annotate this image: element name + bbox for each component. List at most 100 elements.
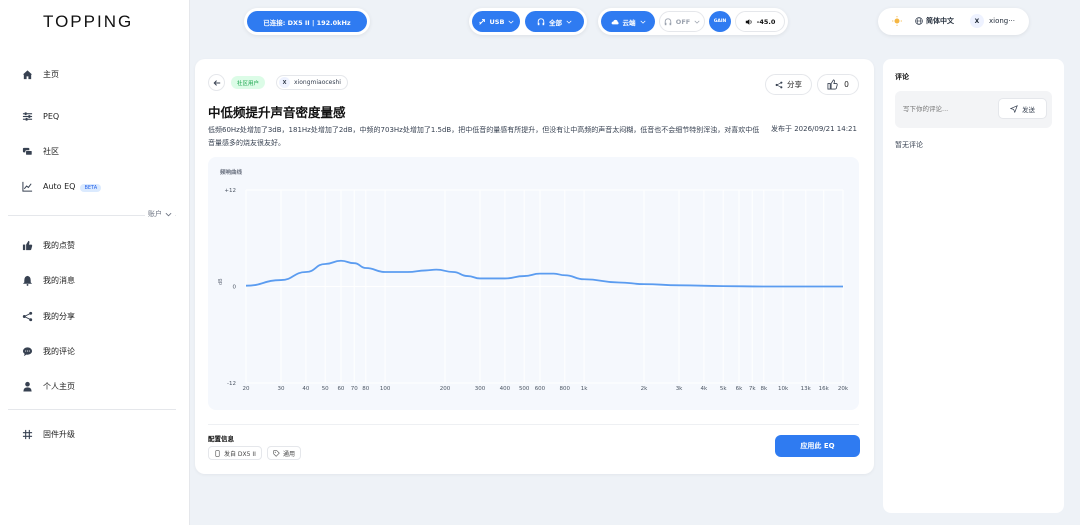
x-tick-label: 80 (362, 386, 369, 392)
volume-control[interactable]: -45.0 (735, 11, 785, 32)
chevron-down-icon (508, 20, 514, 24)
frequency-response-chart: 频响曲线 dB 20 30 40 50 60 70 80 100 200 300 400 500 600… (208, 157, 859, 410)
x-tick-label: 7k (749, 386, 756, 392)
avatar: X (279, 77, 290, 88)
back-button[interactable] (208, 74, 225, 91)
empty-comments-text: 暂无评论 (895, 141, 923, 149)
community-icon (21, 145, 33, 157)
sidebar-item-profile[interactable]: 个人主页 (0, 374, 190, 398)
published-time: 发布于 2026/09/21 14:21 (771, 125, 857, 133)
sidebar-item-my-likes[interactable]: 我的点赞 (0, 233, 190, 257)
x-tick-label: 40 (302, 386, 309, 392)
equalizer-icon (21, 110, 33, 122)
author-name: xiongmiaoceshi (294, 79, 341, 86)
user-group: 简体中文 X xiong··· (878, 8, 1029, 35)
like-count: 0 (844, 80, 849, 89)
sidebar-item-community[interactable]: 社区 (0, 139, 190, 163)
chevron-down-icon (165, 212, 172, 216)
output-all-button[interactable]: 全部 (525, 11, 584, 32)
sidebar-item-label: 我的点赞 (43, 240, 75, 250)
y-tick-label: +12 (224, 188, 236, 194)
user-icon (21, 380, 33, 392)
headphones-icon (664, 17, 672, 25)
cloud-icon (611, 19, 619, 24)
usb-source-button[interactable]: USB (472, 11, 520, 32)
x-tick-label: 2k (641, 386, 648, 392)
config-title: 配置信息 (208, 435, 234, 443)
comment-box: 发送 (895, 91, 1052, 128)
x-tick-label: 3k (676, 386, 683, 392)
x-tick-label: 13k (801, 386, 812, 392)
sidebar-item-label: 主页 (43, 69, 59, 79)
general-tag: 通用 (267, 446, 302, 460)
x-tick-label: 8k (760, 386, 767, 392)
send-icon (1010, 104, 1018, 113)
sidebar-item-firmware[interactable]: 固件升级 (0, 422, 190, 446)
language-selector[interactable]: 简体中文 (915, 16, 954, 26)
send-comment-button[interactable]: 发送 (998, 98, 1047, 119)
x-tick-label: 400 (500, 386, 511, 392)
y-tick-label: -12 (227, 381, 236, 387)
usb-icon (478, 18, 485, 25)
share-icon (21, 310, 33, 322)
sidebar-item-label: 我的分享 (43, 311, 75, 321)
x-tick-label: 20k (838, 386, 849, 392)
y-tick-label: 0 (233, 285, 237, 291)
sidebar-item-label: Auto EQ BETA (43, 182, 102, 192)
connection-status-button[interactable]: 已连接: DX5 II | 192.0kHz (247, 11, 367, 32)
volume-icon (745, 18, 752, 25)
headphones-icon (537, 17, 545, 25)
community-user-badge: 社区用户 (231, 76, 266, 89)
sidebar-item-my-comments[interactable]: 我的评论 (0, 339, 190, 363)
post-title: 中低频提升声音密度量感 (208, 105, 346, 120)
x-tick-label: 30 (278, 386, 285, 392)
home-icon (21, 68, 33, 80)
x-tick-label: 600 (535, 386, 546, 392)
sidebar-item-my-shares[interactable]: 我的分享 (0, 304, 190, 328)
theme-toggle-icon[interactable] (892, 16, 902, 28)
sidebar-item-auto-eq[interactable]: Auto EQ BETA (0, 174, 190, 198)
share-button[interactable]: 分享 (765, 74, 812, 95)
phone-icon (215, 449, 220, 457)
x-tick-label: 100 (380, 386, 391, 392)
x-tick-label: 6k (736, 386, 743, 392)
frequency-response-line (245, 259, 843, 288)
chart-plot: 20 30 40 50 60 70 80 100 200 300 400 500 600 800 1k 2k 3… (224, 188, 849, 392)
x-tick-label: 5k (720, 386, 727, 392)
connection-group: 已连接: DX5 II | 192.0kHz (244, 8, 370, 35)
chevron-down-icon (694, 20, 700, 24)
comment-input[interactable] (903, 102, 993, 116)
chevron-down-icon (566, 20, 572, 24)
beta-badge: BETA (80, 183, 102, 192)
share-icon (775, 81, 783, 88)
headphone-mode-toggle[interactable]: OFF (659, 11, 705, 32)
sidebar-item-label: 社区 (43, 146, 59, 156)
topping-logo[interactable]: TOPPING (43, 12, 133, 32)
x-tick-label: 70 (351, 386, 358, 392)
gain-button[interactable]: GAIN (709, 11, 731, 32)
x-tick-label: 1k (581, 386, 588, 392)
user-menu[interactable]: X xiong··· (970, 14, 1015, 28)
sidebar-item-peq[interactable]: PEQ (0, 104, 190, 128)
sidebar: TOPPING 主页 PEQ 社区 Auto EQ BETA 账户 我的点赞 我的… (0, 0, 190, 525)
cloud-eq-button[interactable]: 云端 (601, 11, 655, 32)
x-tick-label: 10k (778, 386, 789, 392)
sidebar-item-my-messages[interactable]: 我的消息 (0, 268, 190, 292)
sidebar-item-home[interactable]: 主页 (0, 62, 190, 86)
x-tick-label: 60 (337, 386, 344, 392)
x-tick-label: 800 (560, 386, 571, 392)
account-section-toggle[interactable]: 账户 (145, 209, 175, 219)
arrow-left-icon (213, 79, 220, 86)
sidebar-item-label: 我的评论 (43, 346, 75, 356)
apply-eq-button[interactable]: 应用此 EQ (775, 435, 860, 457)
x-tick-label: 16k (819, 386, 830, 392)
sidebar-item-label: 固件升级 (43, 429, 75, 439)
x-tick-label: 200 (440, 386, 451, 392)
x-tick-label: 20 (243, 386, 250, 392)
avatar: X (970, 14, 984, 28)
author-chip[interactable]: X xiongmiaoceshi (276, 75, 348, 90)
like-button[interactable]: 0 (817, 74, 859, 95)
x-tick-label: 4k (701, 386, 708, 392)
config-divider (208, 424, 859, 425)
sidebar-divider (8, 409, 176, 410)
